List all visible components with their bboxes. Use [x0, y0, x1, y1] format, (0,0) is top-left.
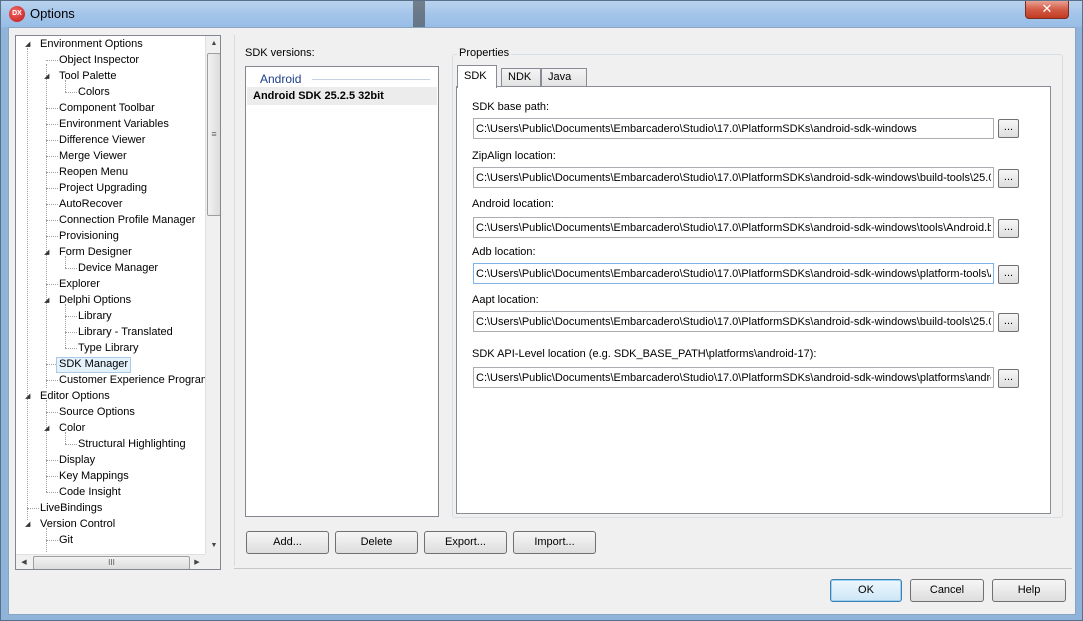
scroll-right-icon[interactable]: ▶	[189, 555, 205, 569]
tree-item-editor-options[interactable]: Editor Options	[38, 389, 112, 405]
tree-item-object-inspector[interactable]: Object Inspector	[57, 53, 141, 69]
cancel-button[interactable]: Cancel	[910, 579, 984, 602]
tree-item-source-options[interactable]: Source Options	[57, 405, 137, 421]
adb-location-browse-button[interactable]: ...	[998, 265, 1019, 284]
tree-item-display[interactable]: Display	[57, 453, 97, 469]
tree-item-key-mappings[interactable]: Key Mappings	[57, 469, 131, 485]
sdk-versions-label: SDK versions:	[245, 47, 315, 59]
tree-item-difference-viewer[interactable]: Difference Viewer	[57, 133, 147, 149]
tree-item-git[interactable]: Git	[57, 533, 75, 549]
tree-item-livebindings[interactable]: LiveBindings	[38, 501, 104, 517]
scroll-left-icon[interactable]: ◀	[16, 555, 32, 569]
tree-item-delphi-options[interactable]: Delphi Options	[57, 293, 133, 309]
window-title: Options	[30, 6, 75, 21]
scrollbar-corner	[205, 554, 220, 569]
sdk-base-path-field[interactable]	[473, 118, 994, 139]
options-tree[interactable]: ◢ Environment Options Object Inspector ◢…	[15, 35, 221, 570]
tab-sdk[interactable]: SDK	[457, 65, 497, 88]
expand-tool-palette-icon[interactable]: ◢	[44, 69, 52, 85]
tree-item-customer-experience-program[interactable]: Customer Experience Program	[57, 373, 212, 389]
expand-env-options-icon[interactable]: ◢	[25, 37, 33, 53]
ok-button[interactable]: OK	[830, 579, 902, 602]
zipalign-location-label: ZipAlign location:	[472, 150, 556, 162]
tree-vertical-scroll-thumb[interactable]: ≡	[207, 53, 220, 216]
close-icon: ✕	[1041, 1, 1053, 16]
tree-item-reopen-menu[interactable]: Reopen Menu	[57, 165, 130, 181]
tree-horizontal-scroll-thumb[interactable]: III	[33, 556, 190, 569]
tree-item-type-library[interactable]: Type Library	[76, 341, 141, 357]
tree-item-component-toolbar[interactable]: Component Toolbar	[57, 101, 157, 117]
bottom-divider	[234, 568, 1072, 569]
tree-item-structural-highlighting[interactable]: Structural Highlighting	[76, 437, 188, 453]
delete-button[interactable]: Delete	[335, 531, 418, 554]
tree-item-tool-palette[interactable]: Tool Palette	[57, 69, 118, 85]
sdk-list-item[interactable]: Android SDK 25.2.5 32bit	[247, 87, 437, 105]
sdk-base-path-label: SDK base path:	[472, 101, 550, 113]
add-button[interactable]: Add...	[246, 531, 329, 554]
aapt-location-browse-button[interactable]: ...	[998, 313, 1019, 332]
tree-vertical-scrollbar[interactable]: ▲ ≡ ▼	[205, 36, 220, 554]
sdk-api-level-location-label: SDK API-Level location (e.g. SDK_BASE_PA…	[472, 348, 817, 360]
options-window: DX Options ✕ ◢ Environment Options Objec…	[0, 0, 1083, 621]
export-button[interactable]: Export...	[424, 531, 507, 554]
tree-item-sdk-manager[interactable]: SDK Manager	[56, 357, 132, 373]
app-icon: DX	[9, 6, 25, 22]
tree-item-library[interactable]: Library	[76, 309, 114, 325]
scroll-down-icon[interactable]: ▼	[206, 538, 220, 554]
grip-icon: ≡	[211, 129, 217, 139]
tree-item-colors[interactable]: Colors	[76, 85, 112, 101]
android-location-label: Android location:	[472, 198, 554, 210]
scroll-up-icon[interactable]: ▲	[206, 36, 220, 52]
tree-item-merge-viewer[interactable]: Merge Viewer	[57, 149, 129, 165]
tab-ndk[interactable]: NDK	[501, 68, 541, 87]
pane-divider	[234, 35, 235, 566]
tree-item-connection-profile-manager[interactable]: Connection Profile Manager	[57, 213, 197, 229]
sdk-api-level-location-browse-button[interactable]: ...	[998, 369, 1019, 388]
tree-item-version-control[interactable]: Version Control	[38, 517, 117, 533]
zipalign-location-field[interactable]	[473, 167, 994, 188]
tree-item-project-upgrading[interactable]: Project Upgrading	[57, 181, 149, 197]
android-location-field[interactable]	[473, 217, 994, 238]
sdk-tab-panel: SDK base path: ... ZipAlign location: ..…	[456, 86, 1051, 514]
import-button[interactable]: Import...	[513, 531, 596, 554]
expand-delphi-options-icon[interactable]: ◢	[44, 293, 52, 309]
close-button[interactable]: ✕	[1025, 1, 1069, 19]
tab-java[interactable]: Java	[541, 68, 587, 87]
tree-item-device-manager[interactable]: Device Manager	[76, 261, 160, 277]
dialog-client-area: ◢ Environment Options Object Inspector ◢…	[8, 27, 1076, 615]
sdk-api-level-location-field[interactable]	[473, 367, 994, 388]
expand-editor-options-icon[interactable]: ◢	[25, 389, 33, 405]
android-location-browse-button[interactable]: ...	[998, 219, 1019, 238]
expand-color-icon[interactable]: ◢	[44, 421, 52, 437]
tree-item-code-insight[interactable]: Code Insight	[57, 485, 123, 501]
sdk-group-line	[312, 79, 430, 80]
tree-item-explorer[interactable]: Explorer	[57, 277, 102, 293]
title-bar-shadow	[413, 1, 425, 27]
tree-horizontal-scrollbar[interactable]: ◀ III ▶	[16, 554, 205, 569]
adb-location-label: Adb location:	[472, 246, 536, 258]
aapt-location-label: Aapt location:	[472, 294, 539, 306]
sdk-base-path-browse-button[interactable]: ...	[998, 119, 1019, 138]
expand-form-designer-icon[interactable]: ◢	[44, 245, 52, 261]
tree-item-form-designer[interactable]: Form Designer	[57, 245, 134, 261]
tree-item-autorecover[interactable]: AutoRecover	[57, 197, 125, 213]
help-button[interactable]: Help	[992, 579, 1066, 602]
zipalign-location-browse-button[interactable]: ...	[998, 169, 1019, 188]
tree-item-provisioning[interactable]: Provisioning	[57, 229, 121, 245]
sdk-group-header: Android	[260, 72, 302, 86]
expand-version-control-icon[interactable]: ◢	[25, 517, 33, 533]
title-bar[interactable]: DX Options ✕	[1, 1, 1082, 27]
tree-item-color[interactable]: Color	[57, 421, 87, 437]
tree-item-environment-variables[interactable]: Environment Variables	[57, 117, 171, 133]
adb-location-field[interactable]	[473, 263, 994, 284]
tree-item-library-translated[interactable]: Library - Translated	[76, 325, 175, 341]
sdk-versions-list[interactable]: Android Android SDK 25.2.5 32bit	[245, 66, 439, 517]
aapt-location-field[interactable]	[473, 311, 994, 332]
tree-item-environment-options[interactable]: Environment Options	[38, 37, 145, 53]
properties-label: Properties	[457, 47, 512, 59]
